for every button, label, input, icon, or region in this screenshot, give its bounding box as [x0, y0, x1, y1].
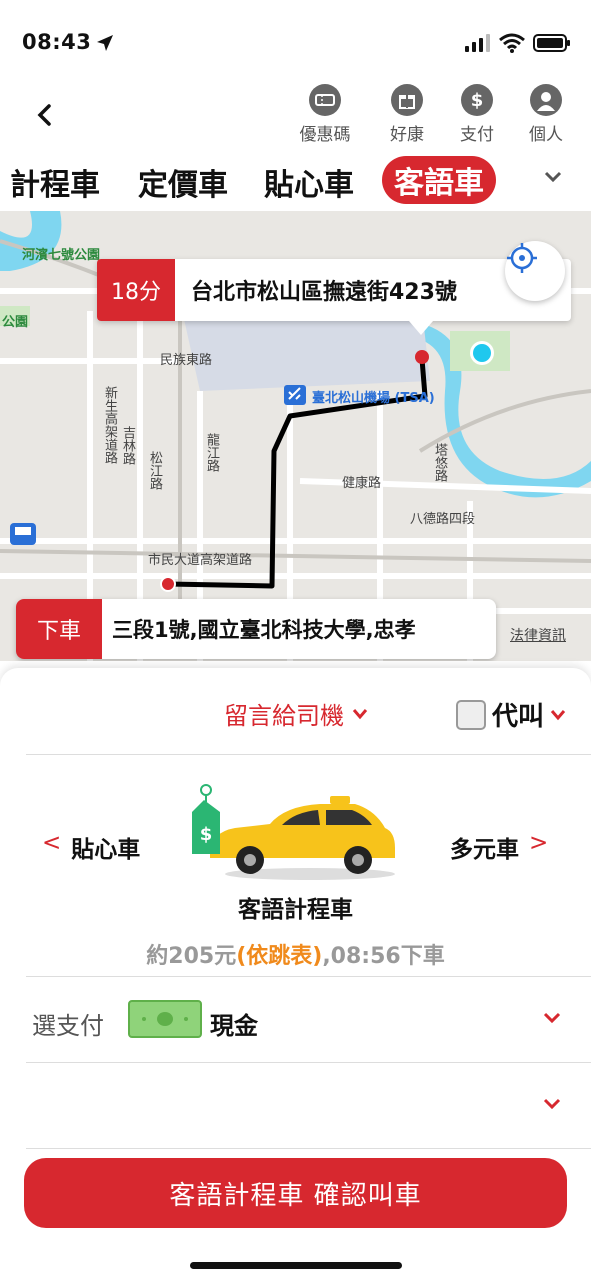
divider [26, 1148, 591, 1149]
chevron-down-icon [543, 1012, 561, 1024]
location-arrow-icon [97, 35, 113, 51]
fare-meter-note: (依跳表) [236, 944, 323, 969]
confirm-booking-button[interactable]: 客語計程車 確認叫車 [24, 1158, 567, 1228]
divider [26, 754, 591, 755]
proxy-checkbox[interactable] [456, 699, 486, 730]
svg-text:$: $ [200, 824, 213, 845]
service-tabs: 計程車 定價車 貼心車 客語車 [0, 154, 591, 208]
map-label-bade: 八德路四段 [410, 512, 476, 527]
deals-label: 好康 [390, 125, 424, 145]
prev-vehicle-label: 貼心車 [71, 837, 141, 863]
cash-icon [128, 1000, 202, 1038]
chevron-left-icon: < [42, 830, 62, 856]
map-label-xinsheng: 新生高架道路 [102, 386, 117, 464]
legal-link[interactable]: 法律資訊 [510, 625, 566, 645]
person-icon [530, 84, 562, 116]
proxy-call-toggle[interactable]: 代叫 [456, 696, 566, 733]
fare-arrival: ,08:56下車 [322, 944, 445, 969]
message-driver-button[interactable]: 留言給司機 [224, 696, 368, 731]
extra-options-row[interactable] [0, 1064, 591, 1150]
prev-vehicle-button[interactable]: < 貼心車 [42, 830, 140, 864]
options-row: 留言給司機 代叫 [0, 668, 591, 754]
back-chevron-icon[interactable] [30, 100, 60, 130]
map-label-park: 河濱七號公園 [22, 248, 101, 263]
chevron-down-icon [352, 708, 368, 719]
ticket-icon [309, 84, 341, 116]
gift-icon [391, 84, 423, 116]
message-driver-label: 留言給司機 [224, 702, 344, 730]
divider [26, 1062, 591, 1063]
payment-row[interactable]: 選支付 現金 [0, 978, 591, 1064]
home-indicator [190, 1262, 402, 1269]
destination-card[interactable]: 18分 台北市松山區撫遠街423號 [97, 259, 571, 335]
payment-label: 支付 [460, 125, 494, 145]
chevron-down-icon [543, 1098, 561, 1110]
status-bar: 08:43 [0, 0, 591, 70]
map-label-jilin: 吉林路 [120, 426, 135, 465]
profile-label: 個人 [529, 125, 563, 145]
battery-icon [533, 34, 570, 52]
tab-fixed-price[interactable]: 定價車 [138, 160, 228, 204]
destination-address: 台北市松山區撫遠街423號 [191, 280, 457, 305]
next-vehicle-button[interactable]: 多元車 > [450, 830, 548, 864]
tab-taxi[interactable]: 計程車 [10, 160, 100, 204]
booking-panel: 留言給司機 代叫 < 貼心車 $ 多元車 > 客語計程車 約205元(依跳表),… [0, 668, 591, 1280]
tab-caring[interactable]: 貼心車 [264, 160, 354, 204]
wifi-icon [499, 33, 525, 53]
tab-hakka[interactable]: 客語車 [382, 156, 496, 204]
coupon-button[interactable]: 優惠碼 [290, 84, 360, 145]
fare-amount: 約205元 [146, 944, 237, 969]
chevron-right-icon [23, 600, 35, 618]
map-label-jiankang: 健康路 [342, 476, 382, 491]
dropoff-address: 三段1號,國立臺北科技大學,忠孝 [112, 618, 416, 642]
map-label-tayou: 塔悠路 [432, 443, 447, 482]
card-pointer [409, 321, 433, 335]
vehicle-selector: < 貼心車 $ 多元車 > 客語計程車 約205元(依跳表),08:56下車 [0, 768, 591, 978]
fare-estimate: 約205元(依跳表),08:56下車 [0, 938, 591, 970]
header: 優惠碼 好康 $ 支付 個人 [0, 80, 591, 146]
dollar-icon: $ [461, 84, 493, 116]
eta-badge: 18分 [97, 259, 175, 321]
status-time: 08:43 [22, 30, 92, 54]
payment-row-label: 選支付 [32, 1012, 104, 1040]
signal-icon [465, 34, 490, 52]
chevron-down-icon [550, 709, 566, 720]
status-icons [465, 33, 571, 53]
crosshair-icon [507, 243, 537, 273]
next-vehicle-label: 多元車 [450, 837, 519, 863]
payment-value: 現金 [210, 1012, 258, 1040]
map-label-minzu: 民族東路 [160, 353, 213, 368]
coupon-label: 優惠碼 [299, 125, 351, 145]
divider [26, 976, 591, 977]
vehicle-name: 客語計程車 [238, 897, 353, 923]
chevron-right-icon: > [529, 830, 549, 856]
taxi-car-icon: $ [192, 784, 395, 880]
profile-button[interactable]: 個人 [511, 84, 581, 145]
deals-button[interactable]: 好康 [372, 84, 442, 145]
map-label-airport: 臺北松山機場 (TSA) [312, 391, 435, 406]
map-label-shimin: 市民大道高架道路 [148, 553, 253, 568]
payment-button[interactable]: $ 支付 [442, 84, 512, 145]
map-label-longjiang: 龍江路 [204, 433, 219, 472]
locate-button[interactable] [505, 241, 565, 301]
chevron-down-icon[interactable] [543, 170, 563, 184]
dropoff-card[interactable]: 下車 三段1號,國立臺北科技大學,忠孝 [16, 599, 496, 659]
map-label-songjiang: 松江路 [147, 451, 162, 490]
map-view[interactable]: 河濱七號公園 公園 民族東路 臺北松山機場 (TSA) 新生高架道路 吉林路 松… [0, 211, 591, 661]
map-label-park-2: 公園 [2, 315, 29, 330]
proxy-call-label: 代叫 [492, 702, 545, 732]
